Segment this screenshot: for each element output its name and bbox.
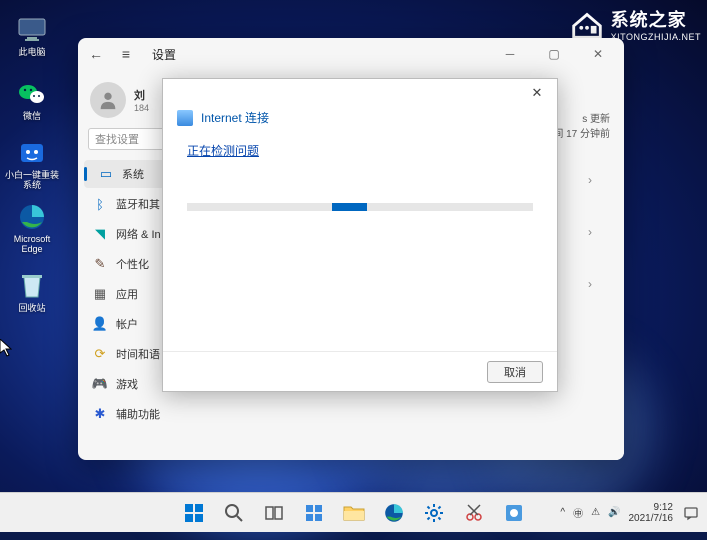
dialog-title-row: Internet 连接 [163,107,557,134]
nav-label: 个性化 [116,256,149,272]
nav-label: 游戏 [116,376,138,392]
taskbar-center [177,496,531,530]
minimize-button[interactable]: ─ [492,40,528,68]
system-tray: ^ ㊥ ⚠ 🔊 9:12 2021/7/16 [560,502,701,524]
desktop-icon-wechat[interactable]: 微信 [4,70,60,130]
progress-chunk [332,203,367,211]
clock-date: 2021/7/16 [629,513,674,524]
cursor-icon [0,339,12,357]
notifications-icon[interactable] [681,503,701,523]
nav-label: 时间和语 [116,346,160,362]
bluetooth-icon: ᛒ [92,196,108,212]
search-placeholder: 查找设置 [95,131,139,147]
taskview-button[interactable] [257,496,291,530]
desktop: 系统之家 XITONGZHIJIA.NET 此电脑 微信 小白一键重装系统 Mi… [0,0,707,492]
user-icon: 👤 [92,316,108,332]
edge-button[interactable] [377,496,411,530]
control-panel-button[interactable] [497,496,531,530]
dialog-body: 正在检测问题 [163,134,557,351]
dialog-close-icon[interactable]: ✕ [525,83,549,103]
apps-icon: ▦ [92,286,108,302]
nav-label: 辅助功能 [116,406,160,422]
gamepad-icon: 🎮 [92,376,108,392]
settings-button[interactable] [417,496,451,530]
clock-icon: ⟳ [92,346,108,362]
tray-overflow-icon[interactable]: ^ [560,507,565,518]
snip-button[interactable] [457,496,491,530]
xiaobai-icon [16,137,48,169]
desktop-icon-label: 回收站 [18,304,45,314]
update-line2: 间 17 分钟前 [553,125,610,140]
settings-row-chevron[interactable]: › [570,218,610,246]
update-line1: s 更新 [553,110,610,125]
desktop-icon-this-pc[interactable]: 此电脑 [4,6,60,66]
clock-time: 9:12 [654,502,673,513]
settings-row-chevron[interactable]: › [570,166,610,194]
menu-button[interactable]: ≡ [116,44,136,64]
cancel-button[interactable]: 取消 [487,361,543,383]
nav-label: 帐户 [116,316,138,332]
clock[interactable]: 9:12 2021/7/16 [629,502,674,524]
troubleshoot-icon [177,110,193,126]
nav-label: 应用 [116,286,138,302]
taskbar[interactable]: ^ ㊥ ⚠ 🔊 9:12 2021/7/16 [0,492,707,532]
desktop-icon-label: 小白一键重装系统 [4,171,60,191]
start-button[interactable] [177,496,211,530]
settings-row-chevron[interactable]: › [570,270,610,298]
user-sub: 184 [134,103,149,113]
watermark-cn: 系统之家 [611,6,701,32]
maximize-button[interactable]: ▢ [536,40,572,68]
ime-icon[interactable]: ㊥ [573,505,583,520]
accessibility-icon: ✱ [92,406,108,422]
nav-label: 系统 [122,166,144,182]
troubleshooter-dialog: ✕ Internet 连接 正在检测问题 取消 [162,78,558,392]
dialog-status: 正在检测问题 [187,142,533,159]
desktop-icon-edge[interactable]: Microsoft Edge [4,198,60,258]
nav-accessibility[interactable]: ✱ 辅助功能 [84,400,202,428]
brush-icon: ✎ [92,256,108,272]
recycle-bin-icon [16,270,48,302]
edge-icon [16,201,48,233]
volume-icon[interactable]: 🔊 [608,507,620,518]
network-icon[interactable]: ⚠ [591,507,600,518]
search-button[interactable] [217,496,251,530]
avatar-icon [90,82,126,118]
user-name: 刘 [134,87,149,103]
desktop-icon-label: 此电脑 [18,48,45,58]
titlebar[interactable]: ← ≡ 设置 ─ ▢ ✕ [78,38,624,70]
back-button[interactable]: ← [86,44,106,64]
this-pc-icon [16,14,48,46]
wechat-icon [16,78,48,110]
widgets-button[interactable] [297,496,331,530]
dialog-footer: 取消 [163,351,557,391]
nav-label: 网络 & In [116,226,161,242]
desktop-icons: 此电脑 微信 小白一键重装系统 Microsoft Edge 回收站 [4,6,64,326]
progress-bar [187,203,533,211]
dialog-title: Internet 连接 [201,109,269,126]
windows-update-status: s 更新 间 17 分钟前 [553,110,610,140]
watermark-en: XITONGZHIJIA.NET [611,32,701,42]
dialog-header[interactable]: ✕ [163,79,557,107]
nav-label: 蓝牙和其 [116,196,160,212]
explorer-button[interactable] [337,496,371,530]
desktop-icon-recycle[interactable]: 回收站 [4,262,60,322]
wifi-icon: ◥ [92,226,108,242]
close-button[interactable]: ✕ [580,40,616,68]
desktop-icon-label: Microsoft Edge [4,235,60,255]
system-icon: ▭ [98,166,114,182]
desktop-icon-xiaobai[interactable]: 小白一键重装系统 [4,134,60,194]
settings-rows: › › › [570,166,610,298]
desktop-icon-label: 微信 [23,112,41,122]
window-title: 设置 [152,46,176,63]
